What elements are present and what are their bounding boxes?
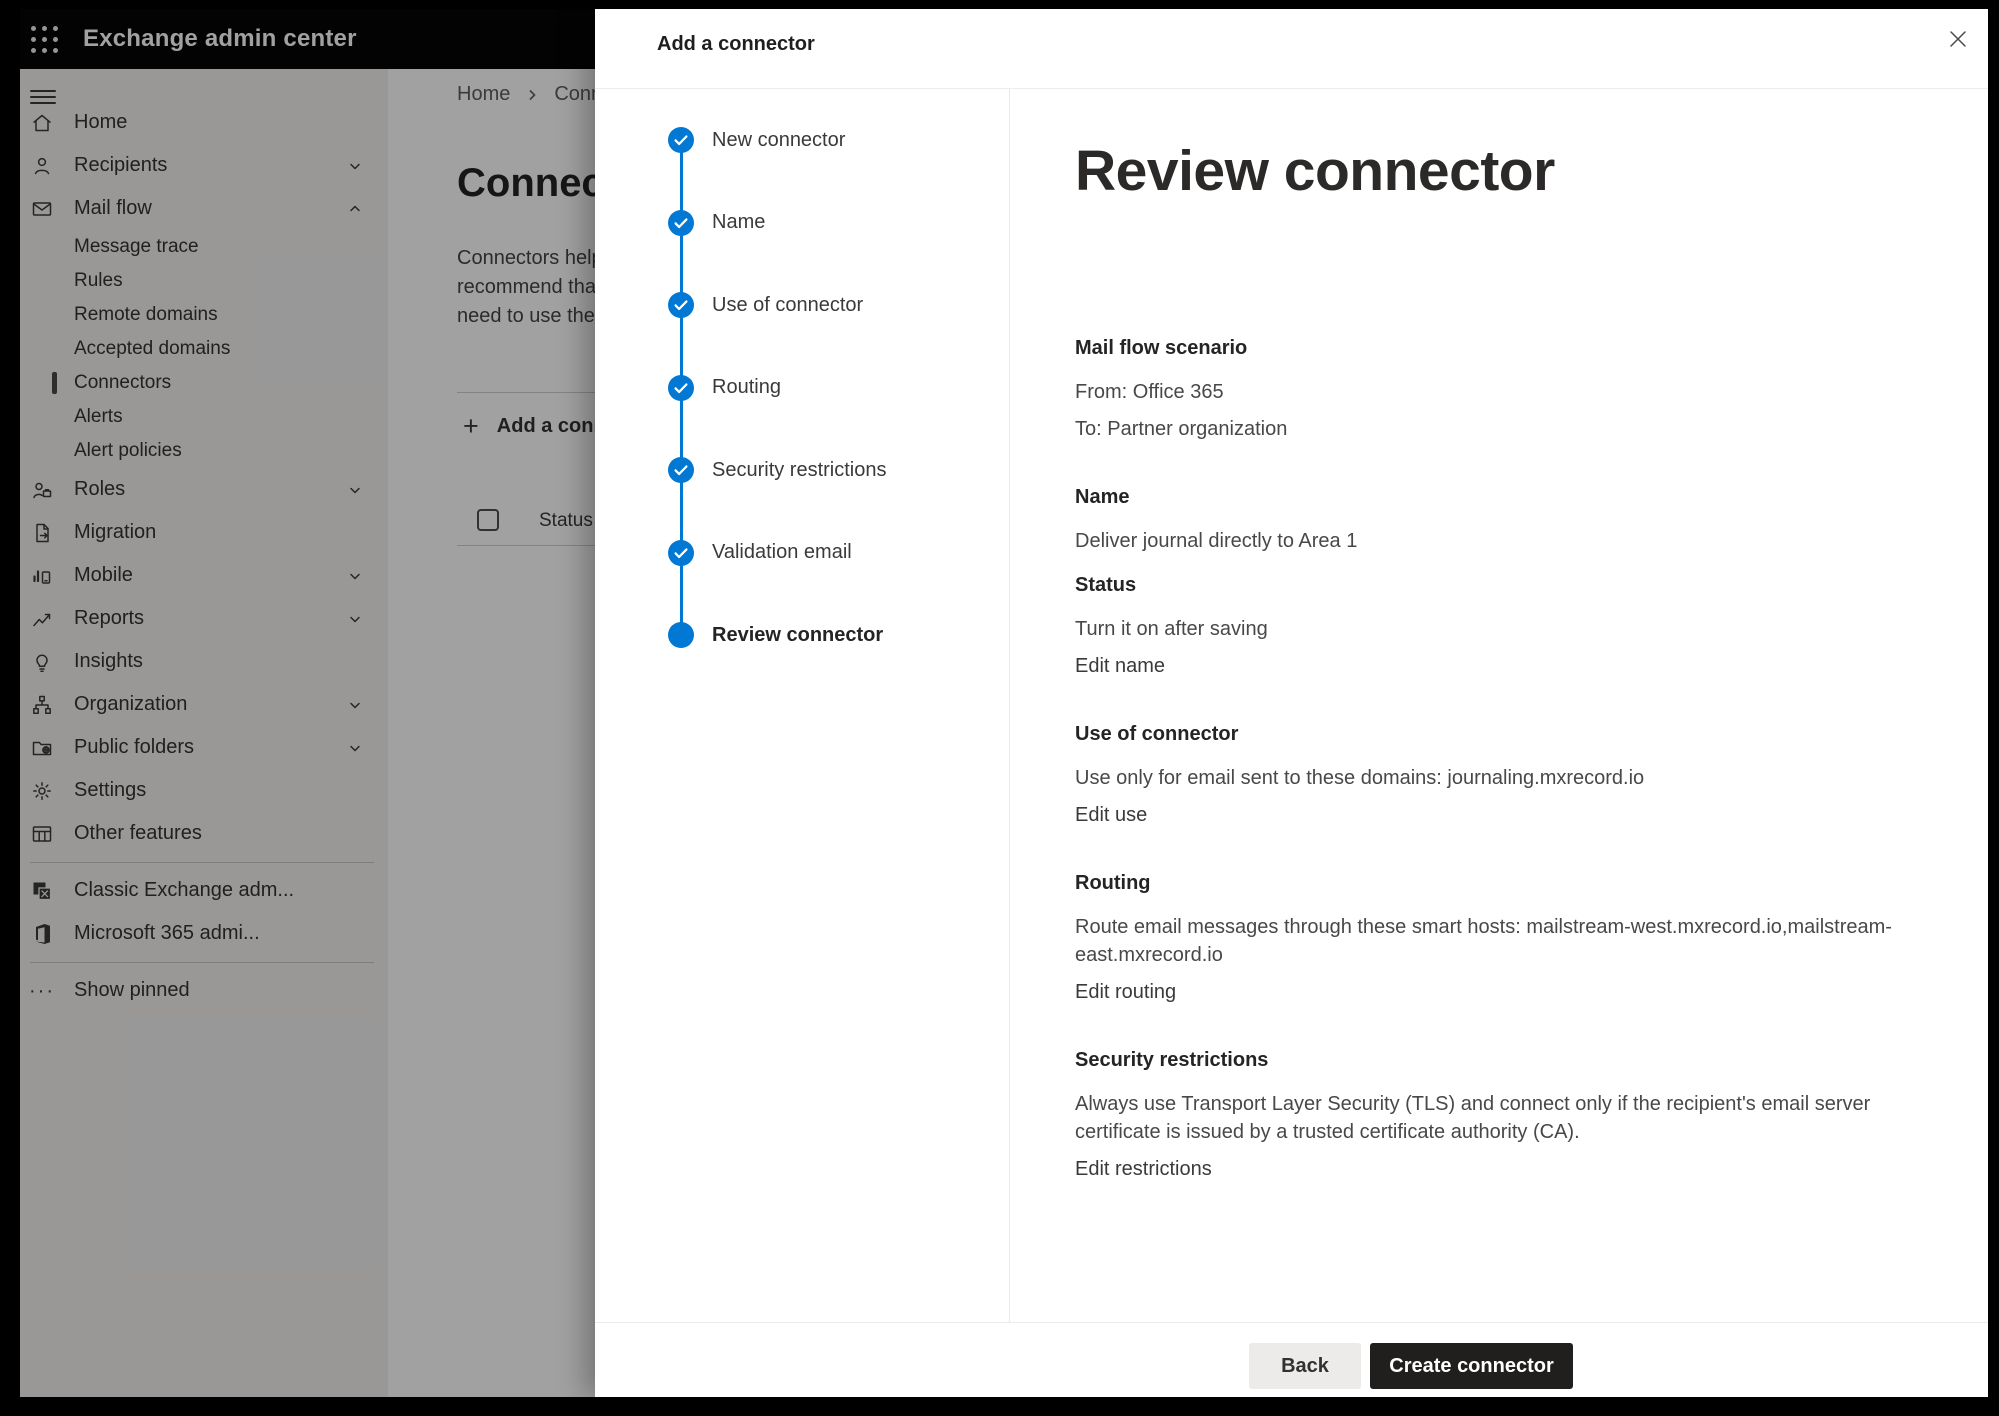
step-status-icon [668, 540, 694, 566]
section-title: Name [1075, 483, 1968, 511]
section-security-restrictions: Security restrictions Always use Transpo… [1075, 1046, 1968, 1183]
step-status-icon [668, 210, 694, 236]
wizard-steps-panel: New connector Name Use of connector [595, 89, 1010, 1322]
review-heading: Review connector [1075, 136, 1968, 206]
wizard-step-name[interactable]: Name [595, 181, 1009, 264]
security-value-line1: Always use Transport Layer Security (TLS… [1075, 1090, 1968, 1118]
wizard-step-use-of-connector[interactable]: Use of connector [595, 264, 1009, 347]
create-connector-button[interactable]: Create connector [1370, 1343, 1573, 1389]
step-status-icon [668, 375, 694, 401]
edit-routing-link[interactable]: Edit routing [1075, 978, 1176, 1006]
section-title: Routing [1075, 869, 1968, 897]
routing-value-line1: Route email messages through these smart… [1075, 913, 1968, 941]
wizard-step-security-restrictions[interactable]: Security restrictions [595, 429, 1009, 512]
back-button[interactable]: Back [1249, 1343, 1361, 1389]
section-title: Use of connector [1075, 720, 1968, 748]
add-connector-modal: Add a connector New connector Name [595, 9, 1988, 1397]
review-content: Review connector Mail flow scenario From… [1075, 9, 1968, 1322]
edit-use-link[interactable]: Edit use [1075, 801, 1147, 829]
step-status-icon [668, 127, 694, 153]
wizard-step-validation-email[interactable]: Validation email [595, 511, 1009, 594]
wizard-step-review-connector[interactable]: Review connector [595, 594, 1009, 677]
app-window: Exchange admin center Home Recipients [20, 9, 1988, 1397]
step-status-icon [668, 292, 694, 318]
step-status-icon [668, 457, 694, 483]
mail-flow-from: From: Office 365 [1075, 378, 1968, 406]
section-title: Security restrictions [1075, 1046, 1968, 1074]
section-name: Name Deliver journal directly to Area 1 … [1075, 483, 1968, 680]
status-value: Turn it on after saving [1075, 615, 1968, 643]
section-mail-flow-scenario: Mail flow scenario From: Office 365 To: … [1075, 334, 1968, 443]
security-value-line2: certificate is issued by a trusted certi… [1075, 1118, 1968, 1146]
routing-value-line2: east.mxrecord.io [1075, 941, 1968, 969]
edit-name-link[interactable]: Edit name [1075, 652, 1165, 680]
section-title: Mail flow scenario [1075, 334, 1968, 362]
step-status-icon [668, 622, 694, 648]
modal-footer: Back Create connector [595, 1322, 1988, 1397]
status-title: Status [1075, 571, 1968, 599]
wizard-step-routing[interactable]: Routing [595, 346, 1009, 429]
mail-flow-to: To: Partner organization [1075, 415, 1968, 443]
modal-title: Add a connector [657, 33, 815, 56]
wizard-step-list: New connector Name Use of connector [595, 99, 1009, 677]
wizard-step-new-connector[interactable]: New connector [595, 99, 1009, 182]
edit-restrictions-link[interactable]: Edit restrictions [1075, 1155, 1212, 1183]
section-use-of-connector: Use of connector Use only for email sent… [1075, 720, 1968, 829]
section-routing: Routing Route email messages through the… [1075, 869, 1968, 1006]
use-value: Use only for email sent to these domains… [1075, 764, 1968, 792]
connector-name-value: Deliver journal directly to Area 1 [1075, 527, 1968, 555]
